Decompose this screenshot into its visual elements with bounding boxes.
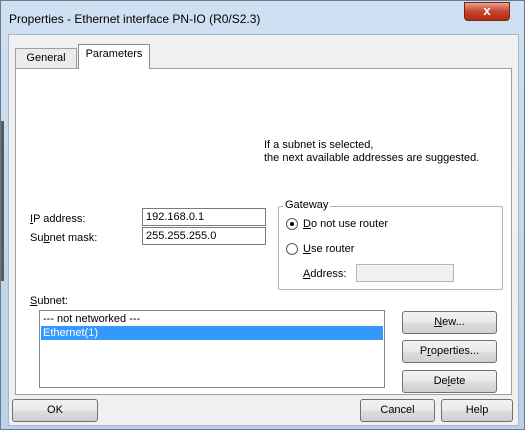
dialog-body: General Parameters If a subnet is select… — [8, 34, 519, 426]
gateway-address-label: Address: — [303, 268, 347, 280]
subnet-hint-text: If a subnet is selected, the next availa… — [264, 139, 480, 164]
subnet-listbox[interactable]: --- not networked --- Ethernet(1) — [39, 310, 385, 388]
use-router-radio[interactable] — [286, 243, 298, 255]
gateway-group-title: Gateway — [283, 199, 331, 211]
ip-label-rest: P address: — [33, 213, 86, 225]
use-router-label[interactable]: Use router — [303, 243, 354, 255]
properties-button[interactable]: Properties... — [402, 340, 497, 363]
cancel-button[interactable]: Cancel — [360, 399, 435, 422]
gateway-address-input[interactable] — [356, 264, 454, 282]
ok-button[interactable]: OK — [12, 399, 98, 422]
new-button[interactable]: New... — [402, 311, 497, 334]
ip-address-input[interactable]: 192.168.0.1 — [142, 208, 266, 226]
properties-dialog: Properties - Ethernet interface PN-IO (R… — [0, 0, 525, 430]
close-button[interactable]: x — [464, 2, 510, 21]
close-icon: x — [483, 3, 491, 18]
title-bar[interactable]: Properties - Ethernet interface PN-IO (R… — [1, 1, 524, 34]
ip-address-label: IP address: — [30, 213, 86, 225]
window-left-edge — [1, 121, 4, 281]
no-router-radio[interactable] — [286, 218, 298, 230]
no-router-label[interactable]: Do not use router — [303, 218, 388, 230]
tab-parameters[interactable]: Parameters — [78, 44, 150, 69]
delete-button[interactable]: Delete — [402, 370, 497, 393]
subnet-mask-input[interactable]: 255.255.255.0 — [142, 227, 266, 245]
list-item-selected[interactable]: Ethernet(1) — [41, 326, 383, 340]
parameters-panel: If a subnet is selected, the next availa… — [15, 68, 512, 395]
subnet-mask-label: Subnet mask: — [30, 232, 98, 244]
subnet-label: Subnet: — [30, 295, 68, 307]
help-button[interactable]: Help — [441, 399, 513, 422]
tab-general[interactable]: General — [15, 48, 77, 68]
list-item[interactable]: --- not networked --- — [41, 312, 383, 326]
window-title: Properties - Ethernet interface PN-IO (R… — [9, 12, 261, 26]
